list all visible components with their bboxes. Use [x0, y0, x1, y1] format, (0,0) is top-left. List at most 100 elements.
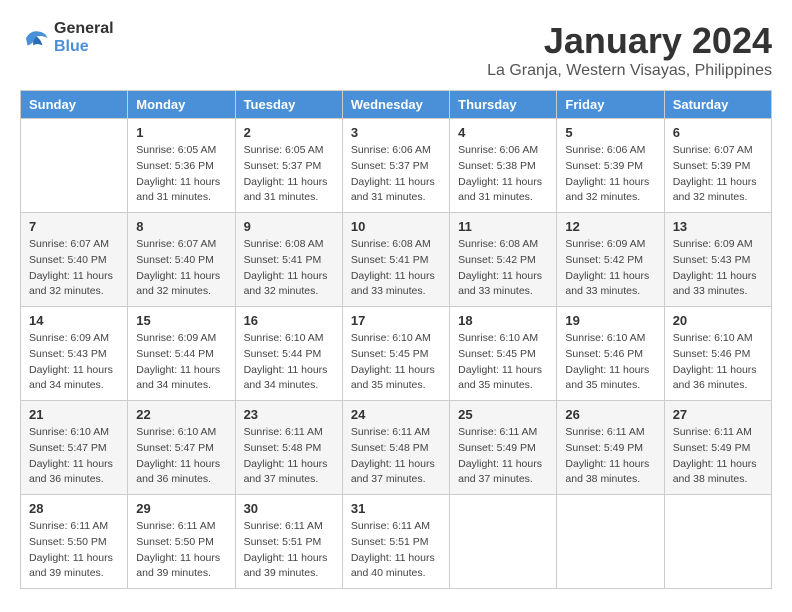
month-title: January 2024 [487, 20, 772, 62]
calendar-cell: 31 Sunrise: 6:11 AMSunset: 5:51 PMDayligh… [342, 495, 449, 589]
day-number: 24 [351, 407, 441, 422]
title-section: January 2024 La Granja, Western Visayas,… [487, 20, 772, 80]
calendar-week-row: 14 Sunrise: 6:09 AMSunset: 5:43 PMDayligh… [21, 307, 772, 401]
calendar-cell: 30 Sunrise: 6:11 AMSunset: 5:51 PMDayligh… [235, 495, 342, 589]
day-info: Sunrise: 6:09 AMSunset: 5:43 PMDaylight:… [29, 331, 119, 394]
day-info: Sunrise: 6:06 AMSunset: 5:37 PMDaylight:… [351, 143, 441, 206]
calendar-cell: 29 Sunrise: 6:11 AMSunset: 5:50 PMDayligh… [128, 495, 235, 589]
calendar-cell: 8Sunrise: 6:07 AMSunset: 5:40 PMDaylight… [128, 213, 235, 307]
day-info: Sunrise: 6:11 AMSunset: 5:51 PMDaylight:… [244, 519, 334, 582]
day-info: Sunrise: 6:09 AMSunset: 5:42 PMDaylight:… [565, 237, 655, 300]
calendar-cell: 24 Sunrise: 6:11 AMSunset: 5:48 PMDayligh… [342, 401, 449, 495]
calendar-cell: 16 Sunrise: 6:10 AMSunset: 5:44 PMDayligh… [235, 307, 342, 401]
calendar-cell [21, 119, 128, 213]
day-number: 31 [351, 501, 441, 516]
calendar-cell: 28 Sunrise: 6:11 AMSunset: 5:50 PMDayligh… [21, 495, 128, 589]
day-number: 3 [351, 125, 441, 140]
logo: General Blue [20, 20, 114, 56]
calendar-cell: 15Sunrise: 6:09 AMSunset: 5:44 PMDayligh… [128, 307, 235, 401]
day-info: Sunrise: 6:11 AMSunset: 5:48 PMDaylight:… [351, 425, 441, 488]
day-number: 5 [565, 125, 655, 140]
calendar-cell: 10 Sunrise: 6:08 AMSunset: 5:41 PMDayligh… [342, 213, 449, 307]
day-info: Sunrise: 6:11 AMSunset: 5:48 PMDaylight:… [244, 425, 334, 488]
day-number: 26 [565, 407, 655, 422]
day-info: Sunrise: 6:08 AMSunset: 5:41 PMDaylight:… [351, 237, 441, 300]
day-number: 2 [244, 125, 334, 140]
day-info: Sunrise: 6:07 AMSunset: 5:40 PMDaylight:… [136, 237, 226, 300]
logo-icon [20, 23, 50, 53]
calendar-cell: 4 Sunrise: 6:06 AMSunset: 5:38 PMDaylight… [450, 119, 557, 213]
day-number: 6 [673, 125, 763, 140]
calendar-cell: 1Sunrise: 6:05 AMSunset: 5:36 PMDaylight… [128, 119, 235, 213]
day-info: Sunrise: 6:05 AMSunset: 5:37 PMDaylight:… [244, 143, 334, 206]
day-number: 27 [673, 407, 763, 422]
weekday-header-row: SundayMondayTuesdayWednesdayThursdayFrid… [21, 91, 772, 119]
calendar-cell: 18 Sunrise: 6:10 AMSunset: 5:45 PMDayligh… [450, 307, 557, 401]
day-info: Sunrise: 6:11 AMSunset: 5:49 PMDaylight:… [458, 425, 548, 488]
calendar-table: SundayMondayTuesdayWednesdayThursdayFrid… [20, 90, 772, 589]
weekday-header-saturday: Saturday [664, 91, 771, 119]
calendar-cell: 9 Sunrise: 6:08 AMSunset: 5:41 PMDaylight… [235, 213, 342, 307]
calendar-cell: 11 Sunrise: 6:08 AMSunset: 5:42 PMDayligh… [450, 213, 557, 307]
calendar-cell: 17Sunrise: 6:10 AMSunset: 5:45 PMDayligh… [342, 307, 449, 401]
calendar-cell: 22Sunrise: 6:10 AMSunset: 5:47 PMDayligh… [128, 401, 235, 495]
day-number: 18 [458, 313, 548, 328]
day-number: 13 [673, 219, 763, 234]
day-number: 25 [458, 407, 548, 422]
day-info: Sunrise: 6:10 AMSunset: 5:47 PMDaylight:… [29, 425, 119, 488]
day-info: Sunrise: 6:11 AMSunset: 5:51 PMDaylight:… [351, 519, 441, 582]
day-info: Sunrise: 6:10 AMSunset: 5:45 PMDaylight:… [351, 331, 441, 394]
day-info: Sunrise: 6:11 AMSunset: 5:50 PMDaylight:… [29, 519, 119, 582]
day-number: 16 [244, 313, 334, 328]
calendar-week-row: 1Sunrise: 6:05 AMSunset: 5:36 PMDaylight… [21, 119, 772, 213]
day-number: 1 [136, 125, 226, 140]
day-info: Sunrise: 6:06 AMSunset: 5:38 PMDaylight:… [458, 143, 548, 206]
day-number: 10 [351, 219, 441, 234]
day-info: Sunrise: 6:10 AMSunset: 5:46 PMDaylight:… [673, 331, 763, 394]
weekday-header-monday: Monday [128, 91, 235, 119]
page-header: General Blue January 2024 La Granja, Wes… [20, 20, 772, 80]
calendar-week-row: 7Sunrise: 6:07 AMSunset: 5:40 PMDaylight… [21, 213, 772, 307]
weekday-header-tuesday: Tuesday [235, 91, 342, 119]
calendar-cell: 7Sunrise: 6:07 AMSunset: 5:40 PMDaylight… [21, 213, 128, 307]
day-info: Sunrise: 6:10 AMSunset: 5:45 PMDaylight:… [458, 331, 548, 394]
day-number: 12 [565, 219, 655, 234]
calendar-cell [450, 495, 557, 589]
day-number: 14 [29, 313, 119, 328]
calendar-cell: 6 Sunrise: 6:07 AMSunset: 5:39 PMDaylight… [664, 119, 771, 213]
calendar-week-row: 28 Sunrise: 6:11 AMSunset: 5:50 PMDayligh… [21, 495, 772, 589]
day-number: 9 [244, 219, 334, 234]
weekday-header-friday: Friday [557, 91, 664, 119]
day-info: Sunrise: 6:11 AMSunset: 5:50 PMDaylight:… [136, 519, 226, 582]
day-number: 23 [244, 407, 334, 422]
location-subtitle: La Granja, Western Visayas, Philippines [487, 62, 772, 80]
day-info: Sunrise: 6:11 AMSunset: 5:49 PMDaylight:… [565, 425, 655, 488]
day-number: 4 [458, 125, 548, 140]
calendar-cell: 12 Sunrise: 6:09 AMSunset: 5:42 PMDayligh… [557, 213, 664, 307]
calendar-cell: 19Sunrise: 6:10 AMSunset: 5:46 PMDayligh… [557, 307, 664, 401]
calendar-cell: 2 Sunrise: 6:05 AMSunset: 5:37 PMDaylight… [235, 119, 342, 213]
day-number: 29 [136, 501, 226, 516]
weekday-header-wednesday: Wednesday [342, 91, 449, 119]
day-info: Sunrise: 6:07 AMSunset: 5:39 PMDaylight:… [673, 143, 763, 206]
calendar-cell [557, 495, 664, 589]
weekday-header-sunday: Sunday [21, 91, 128, 119]
day-info: Sunrise: 6:08 AMSunset: 5:42 PMDaylight:… [458, 237, 548, 300]
day-number: 28 [29, 501, 119, 516]
day-number: 30 [244, 501, 334, 516]
day-info: Sunrise: 6:09 AMSunset: 5:44 PMDaylight:… [136, 331, 226, 394]
calendar-cell: 5Sunrise: 6:06 AMSunset: 5:39 PMDaylight… [557, 119, 664, 213]
logo-text: General Blue [54, 20, 114, 56]
day-info: Sunrise: 6:10 AMSunset: 5:44 PMDaylight:… [244, 331, 334, 394]
calendar-cell: 20 Sunrise: 6:10 AMSunset: 5:46 PMDayligh… [664, 307, 771, 401]
calendar-cell: 25 Sunrise: 6:11 AMSunset: 5:49 PMDayligh… [450, 401, 557, 495]
day-number: 20 [673, 313, 763, 328]
calendar-cell: 26 Sunrise: 6:11 AMSunset: 5:49 PMDayligh… [557, 401, 664, 495]
calendar-cell: 3 Sunrise: 6:06 AMSunset: 5:37 PMDaylight… [342, 119, 449, 213]
calendar-cell: 14 Sunrise: 6:09 AMSunset: 5:43 PMDayligh… [21, 307, 128, 401]
day-info: Sunrise: 6:08 AMSunset: 5:41 PMDaylight:… [244, 237, 334, 300]
day-info: Sunrise: 6:07 AMSunset: 5:40 PMDaylight:… [29, 237, 119, 300]
calendar-week-row: 21Sunrise: 6:10 AMSunset: 5:47 PMDayligh… [21, 401, 772, 495]
calendar-cell: 13Sunrise: 6:09 AMSunset: 5:43 PMDayligh… [664, 213, 771, 307]
day-number: 11 [458, 219, 548, 234]
